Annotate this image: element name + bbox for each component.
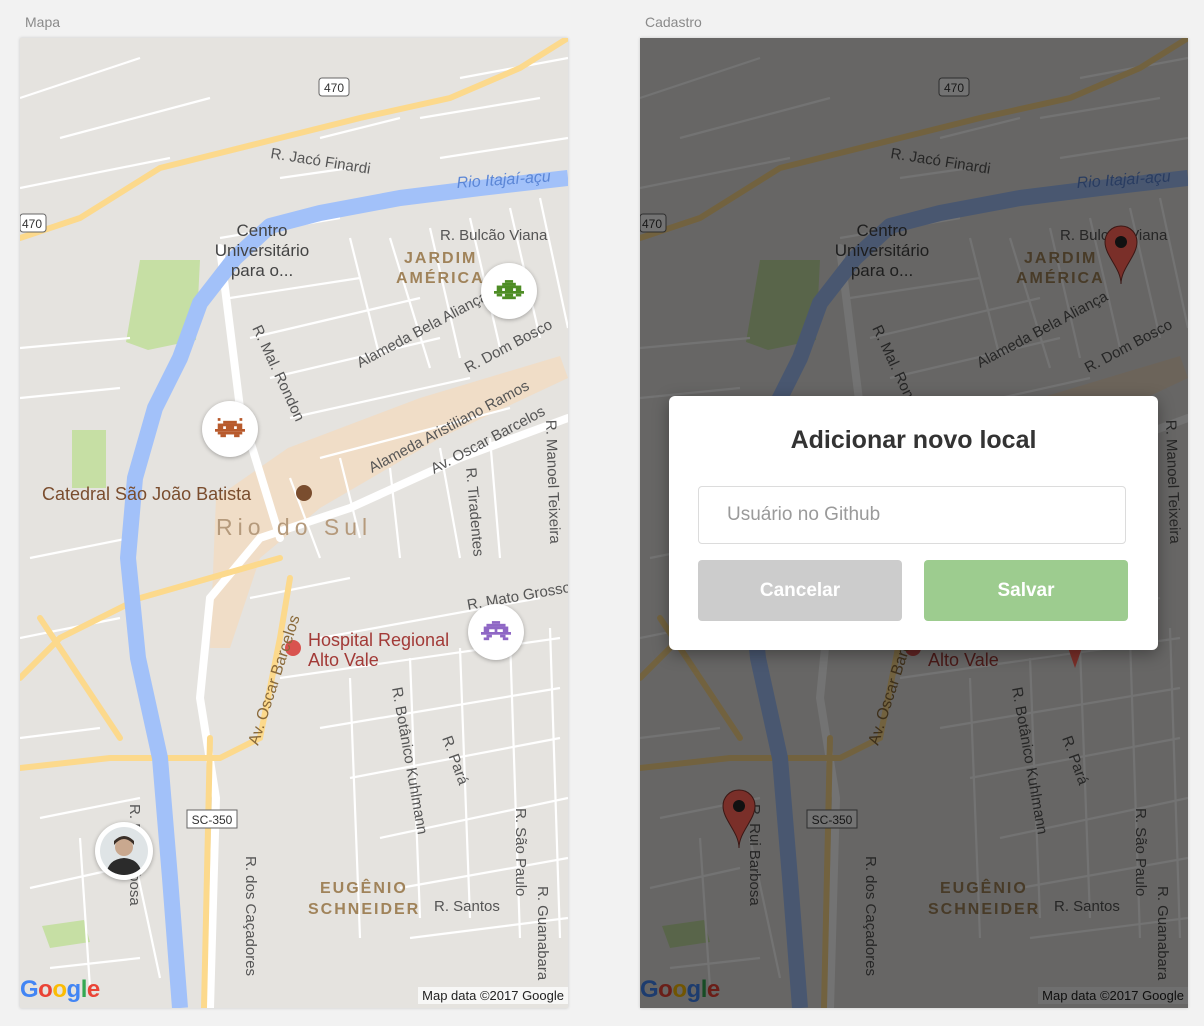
add-location-modal: Adicionar novo local Cancelar Salvar	[669, 396, 1158, 650]
district-label: AMÉRICA	[396, 268, 485, 287]
place-label: Centro	[236, 221, 287, 240]
landmark-label: Alto Vale	[308, 650, 379, 670]
github-username-input[interactable]	[698, 486, 1126, 544]
place-label: Universitário	[215, 241, 309, 260]
city-label: Rio do Sul	[216, 514, 372, 540]
screen-label-cadastro: Cadastro	[645, 14, 702, 30]
landmark-label: Hospital Regional	[308, 630, 449, 650]
street-label: R. Guanabara	[534, 886, 551, 981]
route-470-shield: 470	[318, 77, 350, 97]
route-sc350-shield: SC-350	[186, 809, 238, 829]
map-marker-user-avatar[interactable]	[95, 822, 153, 880]
street-label: R. Santos	[434, 898, 500, 915]
register-screen: 470 470 SC-350 R. Jacó Finardi Rio Itaja…	[640, 38, 1188, 1008]
map-screen: 470 470 SC-350 R. Jacó Finardi Rio Itaja…	[20, 38, 568, 1008]
green-space-invader-icon	[494, 280, 524, 300]
avatar-photo	[100, 827, 148, 875]
district-label: EUGÊNIO	[320, 878, 408, 897]
map-marker-green[interactable]	[481, 263, 537, 319]
google-logo: Google	[20, 976, 100, 1003]
screen-label-mapa: Mapa	[25, 14, 61, 30]
map-pin-icon[interactable]	[721, 788, 757, 850]
landmark-label: Catedral São João Batista	[42, 484, 252, 504]
purple-space-invader-icon	[481, 621, 511, 641]
district-label: SCHNEIDER	[308, 901, 420, 918]
church-icon	[296, 485, 312, 501]
route-470-shield-west: 470	[20, 213, 47, 233]
cancel-button[interactable]: Cancelar	[698, 560, 902, 621]
brown-space-invader-icon	[215, 418, 245, 438]
map-marker-brown[interactable]	[202, 401, 258, 457]
street-label: R. Bulcão Viana	[440, 227, 548, 244]
map-attribution: Map data ©2017 Google	[418, 987, 568, 1004]
map-pin-icon[interactable]	[1103, 224, 1139, 286]
modal-title: Adicionar novo local	[790, 426, 1037, 454]
place-label: para o...	[231, 261, 293, 280]
svg-text:470: 470	[22, 217, 42, 231]
save-button[interactable]: Salvar	[924, 560, 1128, 621]
svg-text:SC-350: SC-350	[192, 813, 233, 827]
svg-text:470: 470	[324, 81, 344, 95]
street-label: R. dos Caçadores	[242, 856, 259, 976]
map-marker-purple[interactable]	[468, 604, 524, 660]
district-label: JARDIM	[404, 250, 477, 267]
street-label: R. São Paulo	[512, 808, 529, 896]
